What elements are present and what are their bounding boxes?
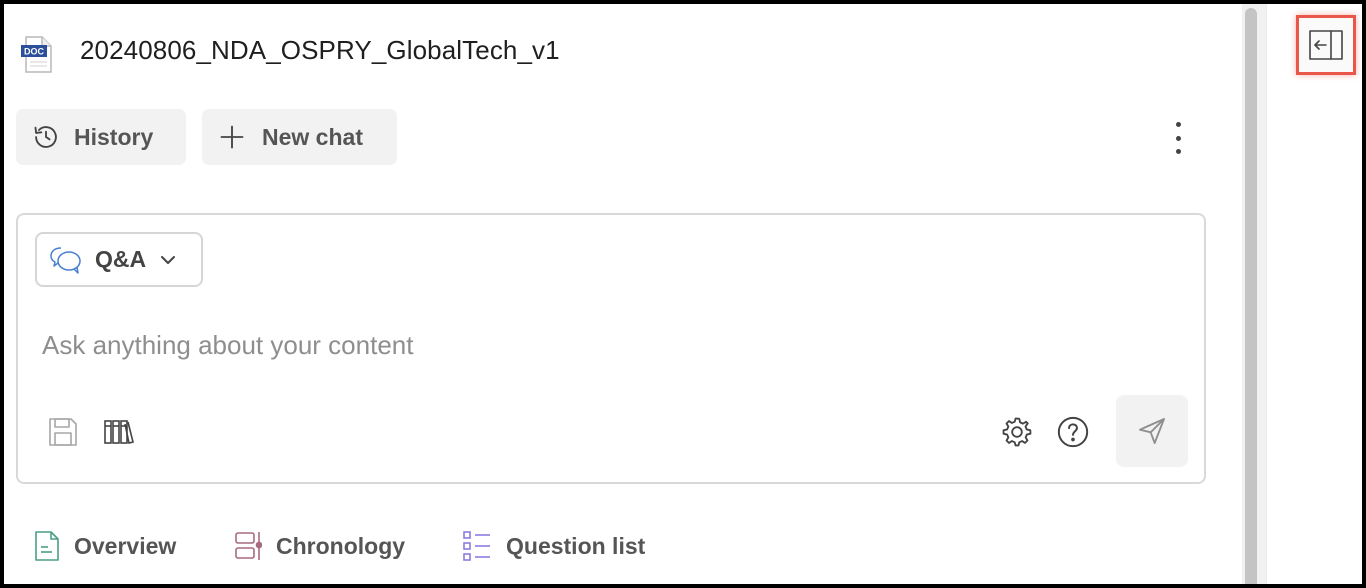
library-icon[interactable] [102,415,136,449]
gear-icon[interactable] [999,414,1035,450]
history-icon [32,123,60,151]
new-chat-button[interactable]: New chat [202,109,397,165]
timeline-icon [234,531,262,561]
help-icon[interactable] [1055,414,1091,450]
chevron-down-icon [158,250,178,270]
kebab-menu-icon[interactable] [1164,122,1192,154]
tab-label: Chronology [276,532,406,559]
doc-file-icon: DOC [20,36,54,74]
tab-label: Overview [74,532,177,559]
send-button[interactable] [1116,395,1188,467]
document-title: 20240806_NDA_OSPRY_GlobalTech_v1 [80,35,560,65]
chat-input[interactable] [42,325,1142,365]
collapse-panel-icon [1309,30,1343,60]
send-icon [1136,415,1168,447]
tab-chronology[interactable]: Chronology [234,529,405,563]
save-icon[interactable] [46,415,80,449]
new-chat-label: New chat [262,123,363,150]
list-icon [462,530,492,562]
plus-icon [218,123,246,151]
chat-composer: Q&A [16,213,1206,484]
chat-bubbles-icon [49,245,83,275]
tab-question-list[interactable]: Question list [462,529,645,563]
history-label: History [74,123,154,150]
right-side-panel [1266,4,1362,584]
collapse-panel-button[interactable] [1296,15,1356,75]
document-lines-icon [34,530,60,562]
history-button[interactable]: History [16,109,186,165]
tab-overview[interactable]: Overview [34,529,176,563]
chat-panel: DOC 20240806_NDA_OSPRY_GlobalTech_v1 His… [4,4,1242,584]
doc-badge-text: DOC [24,47,45,57]
mode-dropdown[interactable]: Q&A [35,232,203,287]
scrollbar-thumb[interactable] [1245,8,1257,584]
tab-label: Question list [506,532,646,559]
app-window: DOC 20240806_NDA_OSPRY_GlobalTech_v1 His… [4,4,1362,584]
mode-label: Q&A [95,246,147,272]
